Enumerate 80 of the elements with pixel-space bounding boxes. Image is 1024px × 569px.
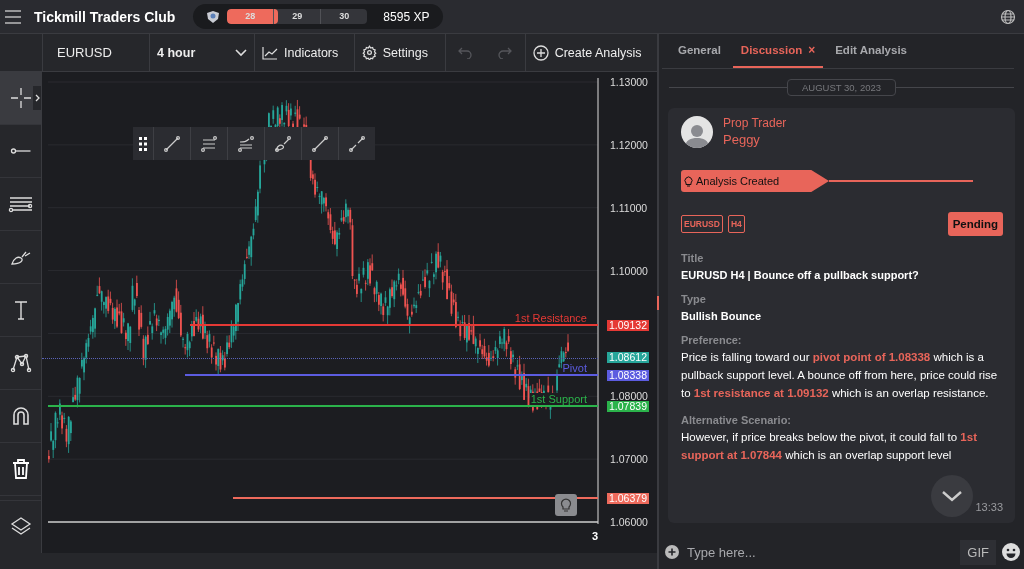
level-line[interactable] bbox=[233, 497, 598, 500]
drawing-tool[interactable] bbox=[0, 72, 41, 125]
line-chart-icon bbox=[262, 45, 279, 60]
price-tag: 1.09132 bbox=[607, 319, 649, 331]
gif-button[interactable]: GIF bbox=[960, 539, 996, 565]
settings-button[interactable]: Settings bbox=[353, 34, 445, 71]
plus-circle-icon bbox=[532, 44, 549, 61]
panel-tab[interactable]: Edit Analysis bbox=[827, 34, 915, 68]
field-label: Type bbox=[681, 293, 707, 305]
level-line[interactable] bbox=[190, 324, 598, 327]
field-paragraph: Price is falling toward our pivot point of 1.08338 which is a pullback support level. A bounce off from here, price could rise to 1st resistance at 1.09132 which is an overlap resistance. bbox=[681, 350, 999, 401]
scroll-down-button[interactable] bbox=[931, 475, 973, 517]
crosshair-icon bbox=[8, 86, 33, 110]
field-value: Bullish Bounce bbox=[681, 310, 763, 322]
lightbulb-icon bbox=[684, 175, 693, 187]
resize-handle[interactable] bbox=[657, 296, 659, 310]
price-tick-label: 1.08000 bbox=[610, 391, 648, 402]
expand-icon[interactable] bbox=[33, 86, 41, 110]
plus-circle-icon[interactable] bbox=[665, 545, 679, 559]
trend-line-icon bbox=[163, 134, 181, 153]
price-tag: 1.08612 bbox=[607, 352, 649, 364]
undo-icon bbox=[458, 47, 473, 59]
price-tag: 1.08338 bbox=[607, 369, 649, 381]
settings-icon bbox=[361, 45, 377, 60]
broken-line-icon bbox=[348, 134, 366, 153]
panel-tab[interactable]: General bbox=[670, 34, 729, 68]
price-tick-label: 1.13000 bbox=[610, 77, 648, 87]
price-tick-label: 1.10000 bbox=[610, 265, 648, 276]
idea-button[interactable] bbox=[555, 494, 577, 516]
price-tick-label: 1.06000 bbox=[610, 517, 648, 527]
diagonal-line-icon bbox=[311, 134, 329, 153]
badge-icon bbox=[205, 9, 222, 24]
symbol-label[interactable]: EURUSD bbox=[42, 34, 150, 71]
chevron-down-icon bbox=[235, 48, 248, 57]
time-axis-label: 3 bbox=[592, 530, 599, 542]
price-tick-label: 1.07000 bbox=[610, 454, 648, 465]
symbol-tag: EURUSD bbox=[681, 215, 723, 233]
level-line[interactable] bbox=[185, 374, 598, 377]
price-tick-label: 1.12000 bbox=[610, 139, 648, 150]
field-paragraph: However, if price breaks below the pivot, it could fall to 1st support at 1.07844 which is an overlap support level bbox=[681, 430, 978, 463]
message-time: 13:33 bbox=[975, 501, 1003, 513]
message-input[interactable]: Type here... bbox=[685, 543, 955, 561]
price-tag: 1.06379 bbox=[607, 492, 649, 504]
indicators-button[interactable]: Indicators bbox=[254, 34, 354, 71]
person-silhouette-icon bbox=[685, 122, 709, 148]
horizontal-ray-icon bbox=[9, 148, 32, 154]
field-label: Preference: bbox=[681, 334, 743, 346]
timeframe-dropdown[interactable]: 4 hour bbox=[149, 34, 255, 71]
drag-handle-icon[interactable] bbox=[139, 136, 147, 151]
level-label: Pivot bbox=[561, 362, 588, 375]
author-name: Peggy bbox=[723, 132, 761, 147]
menu-icon[interactable] bbox=[4, 9, 22, 24]
fib-lines-icon bbox=[237, 134, 255, 153]
symbol-tag: H4 bbox=[727, 215, 745, 233]
field-value: EURUSD H4 | Bounce off a pullback support? bbox=[681, 269, 920, 281]
app-title: Tickmill Traders Club bbox=[34, 8, 176, 25]
level-line[interactable] bbox=[48, 405, 598, 408]
close-icon[interactable]: × bbox=[808, 43, 816, 57]
emoji-icon[interactable] bbox=[1002, 543, 1020, 561]
pending-button[interactable]: Pending bbox=[947, 212, 1003, 236]
parallel-lines-icon bbox=[200, 134, 218, 153]
xp-count: 8595 XP bbox=[383, 9, 430, 24]
price-tick-label: 1.11000 bbox=[610, 202, 648, 213]
author-role: Prop Trader bbox=[723, 116, 787, 130]
pattern-icon bbox=[8, 351, 33, 375]
level-label: 1st Support bbox=[529, 393, 588, 406]
globe-icon[interactable] bbox=[1000, 8, 1016, 25]
field-label: Title bbox=[681, 252, 705, 264]
level-label: 1st Resistance bbox=[513, 312, 588, 325]
field-label: Alternative Scenario: bbox=[681, 414, 793, 426]
panel-tab[interactable]: Discussion × bbox=[732, 34, 824, 68]
redo-icon bbox=[497, 47, 512, 59]
lightbulb-icon bbox=[560, 498, 572, 512]
banner-text: Analysis Created bbox=[696, 175, 780, 187]
brush-icon bbox=[274, 134, 292, 153]
level-number: 28 bbox=[244, 10, 257, 23]
level-number: 30 bbox=[320, 9, 368, 24]
price-tag: 1.07839 bbox=[607, 400, 649, 412]
level-number: 29 bbox=[273, 9, 321, 24]
chevron-down-icon bbox=[941, 490, 963, 502]
